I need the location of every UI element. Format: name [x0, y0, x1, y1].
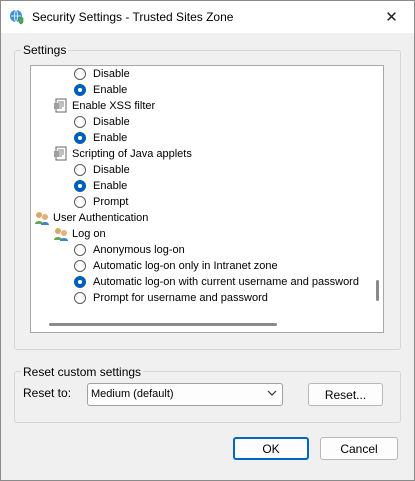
list-item-label: Prompt [93, 196, 129, 208]
cancel-button[interactable]: Cancel [320, 437, 398, 460]
radio-unselected[interactable] [74, 116, 86, 128]
radio-unselected[interactable] [74, 244, 86, 256]
chevron-down-icon [267, 390, 277, 396]
radio-option[interactable]: Enable [74, 178, 127, 194]
radio-selected[interactable] [74, 276, 86, 288]
radio-option[interactable]: Enable [74, 82, 127, 98]
vertical-scrollbar-thumb[interactable] [376, 280, 379, 301]
list-item-label: Enable [93, 180, 128, 192]
globe-shield-icon [10, 9, 24, 25]
list-item-label: Enable XSS filter [72, 100, 156, 112]
settings-doc-icon [54, 146, 67, 161]
radio-option[interactable]: Anonymous log-on [74, 242, 185, 258]
settings-option: Enable XSS filter [53, 98, 155, 114]
radio-option[interactable]: Automatic log-on only in Intranet zone [74, 258, 278, 274]
radio-selected[interactable] [74, 84, 86, 96]
list-item-label: Disable [93, 68, 130, 80]
radio-option[interactable]: Prompt for username and password [74, 290, 268, 306]
window-title: Security Settings - Trusted Sites Zone [32, 10, 234, 24]
radio-option[interactable]: Enable [74, 130, 127, 146]
list-item-label: Anonymous log-on [93, 244, 185, 256]
list-item-label: Log on [72, 228, 106, 240]
radio-unselected[interactable] [74, 164, 86, 176]
title-bar: Security Settings - Trusted Sites Zone ✕ [1, 1, 414, 33]
radio-option[interactable]: Disable [74, 162, 130, 178]
radio-option[interactable]: Disable [74, 66, 130, 82]
radio-option[interactable]: Automatic log-on with current username a… [74, 274, 359, 290]
settings-doc-icon [54, 98, 67, 113]
radio-unselected[interactable] [74, 260, 86, 272]
list-item-label: Enable [93, 132, 128, 144]
close-icon: ✕ [385, 9, 398, 26]
settings-option: Log on [53, 226, 106, 242]
security-settings-dialog: Security Settings - Trusted Sites Zone ✕… [0, 0, 415, 481]
reset-level-value: Medium (default) [91, 388, 174, 400]
settings-group-label: Settings [21, 43, 69, 57]
radio-selected[interactable] [74, 132, 86, 144]
radio-option[interactable]: Prompt [74, 194, 128, 210]
radio-unselected[interactable] [74, 68, 86, 80]
settings-category: User Authentication [34, 210, 148, 226]
reset-to-label: Reset to: [23, 386, 72, 400]
list-item-label: Enable [93, 84, 128, 96]
users-icon [35, 212, 49, 225]
settings-list[interactable]: Disable Enable Enable XSS filter Disable Ena… [30, 65, 384, 333]
list-item-label: Scripting of Java applets [72, 148, 192, 160]
ok-button[interactable]: OK [233, 437, 309, 460]
list-item-label: Prompt for username and password [93, 292, 268, 304]
radio-unselected[interactable] [74, 292, 86, 304]
reset-group-label: Reset custom settings [21, 365, 144, 379]
radio-unselected[interactable] [74, 196, 86, 208]
list-item-label: Disable [93, 116, 130, 128]
radio-option[interactable]: Disable [74, 114, 130, 130]
reset-button[interactable]: Reset... [308, 383, 383, 406]
reset-level-select[interactable]: Medium (default) [87, 383, 283, 406]
list-item-label: Disable [93, 164, 130, 176]
settings-option: Scripting of Java applets [53, 146, 192, 162]
list-item-label: Automatic log-on only in Intranet zone [93, 260, 278, 272]
list-item-label: Automatic log-on with current username a… [93, 276, 359, 288]
users-icon [54, 228, 68, 241]
horizontal-scrollbar-thumb[interactable] [49, 323, 277, 326]
radio-selected[interactable] [74, 180, 86, 192]
list-item-label: User Authentication [53, 212, 149, 224]
close-button[interactable]: ✕ [369, 1, 414, 33]
